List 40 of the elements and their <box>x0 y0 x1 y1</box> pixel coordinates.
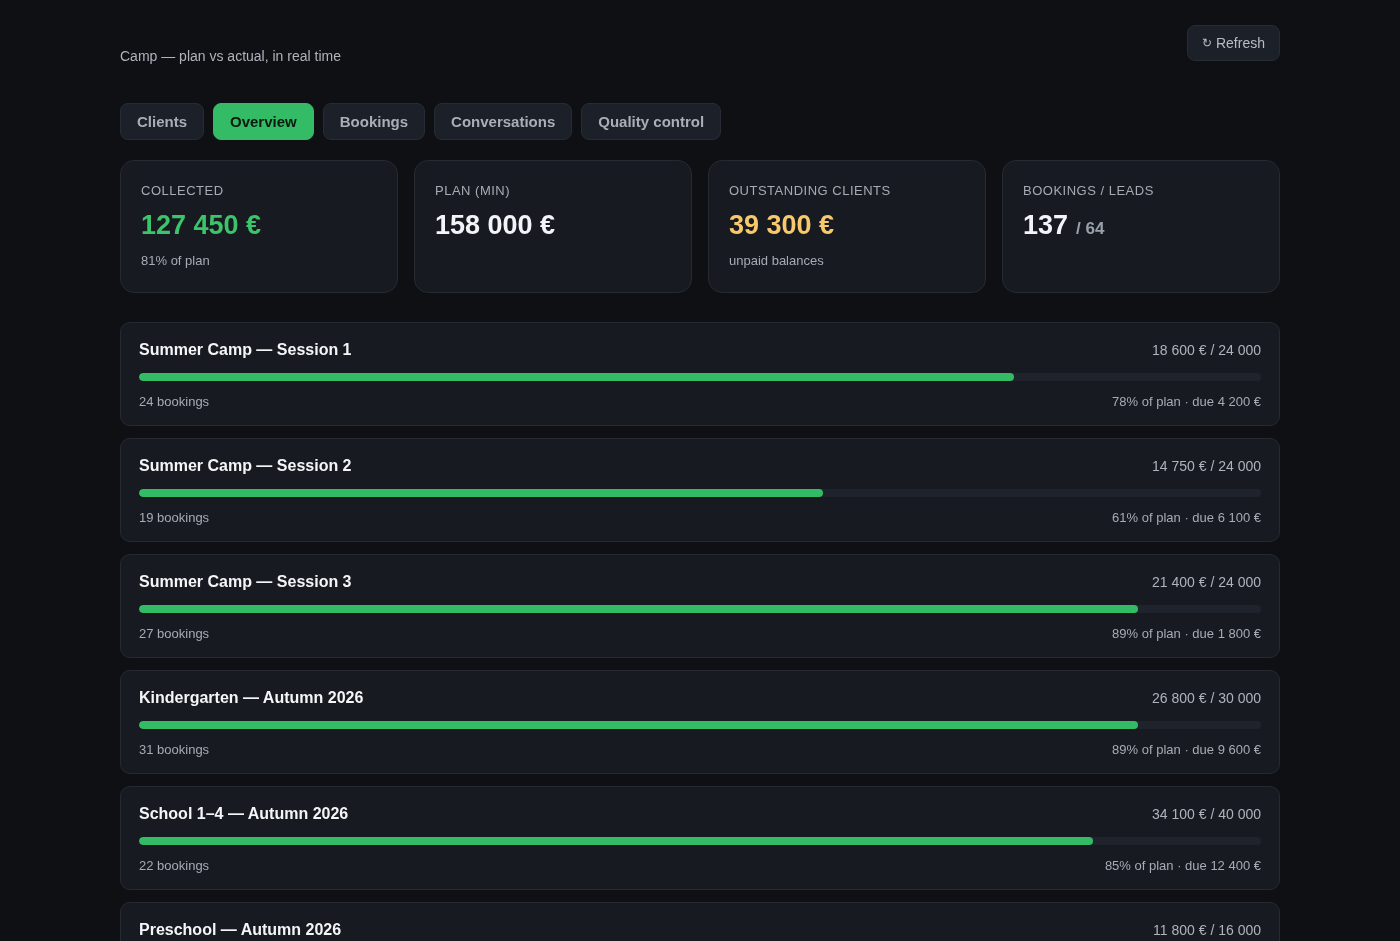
tab[interactable]: Overview <box>213 103 314 140</box>
page-subtitle: Camp — plan vs actual, in real time <box>120 48 341 64</box>
tab[interactable]: Clients <box>120 103 204 140</box>
bookings-count: 19 bookings <box>139 510 210 525</box>
project-title: School 1–4 — Autumn 2026 <box>139 805 349 823</box>
project-amount: 26 800 € / 30 000 <box>1152 690 1261 706</box>
bookings-count: 24 bookings <box>139 394 210 409</box>
stat-suffix: / 64 <box>1076 219 1105 239</box>
plan-summary: 89% of plan · due 1 800 € <box>1112 626 1261 641</box>
plan-summary: 61% of plan · due 6 100 € <box>1112 510 1261 525</box>
project-amount: 14 750 € / 24 000 <box>1152 458 1261 474</box>
project-amount: 21 400 € / 24 000 <box>1152 574 1261 590</box>
project-title: Kindergarten — Autumn 2026 <box>139 689 364 707</box>
stat-label: COLLECTED <box>141 183 225 198</box>
refresh-button[interactable]: ↻ Refresh <box>1186 25 1280 61</box>
stat-note: 81% of plan <box>141 253 211 268</box>
tab[interactable]: Bookings <box>322 103 426 140</box>
plan-summary: 85% of plan · due 12 400 € <box>1104 858 1261 873</box>
project-title: Summer Camp — Session 1 <box>139 341 352 359</box>
bookings-count: 31 bookings <box>139 742 210 757</box>
bookings-count: 27 bookings <box>139 626 210 641</box>
stat-value: 158 000 € <box>435 210 556 241</box>
tab[interactable]: Conversations <box>434 103 573 140</box>
plan-summary: 78% of plan · due 4 200 € <box>1112 394 1261 409</box>
stat-label: OUTSTANDING CLIENTS <box>729 183 892 198</box>
project-amount: 11 800 € / 16 000 <box>1153 922 1261 938</box>
stat-label: BOOKINGS / LEADS <box>1023 183 1155 198</box>
stat-note: unpaid balances <box>729 253 825 268</box>
stat-label: PLAN (MIN) <box>435 183 512 198</box>
plan-summary: 89% of plan · due 9 600 € <box>1112 742 1261 757</box>
tab[interactable]: Quality control <box>581 103 722 140</box>
stat-value: 127 450 € <box>141 210 262 241</box>
project-amount: 34 100 € / 40 000 <box>1152 806 1261 822</box>
project-title: Summer Camp — Session 2 <box>139 457 352 475</box>
project-title: Summer Camp — Session 3 <box>139 573 352 591</box>
project-amount: 18 600 € / 24 000 <box>1152 342 1261 358</box>
stat-value: 137 <box>1023 210 1069 241</box>
project-title: Preschool — Autumn 2026 <box>139 921 342 939</box>
stat-value: 39 300 € <box>729 210 835 241</box>
bookings-count: 22 bookings <box>139 858 210 873</box>
